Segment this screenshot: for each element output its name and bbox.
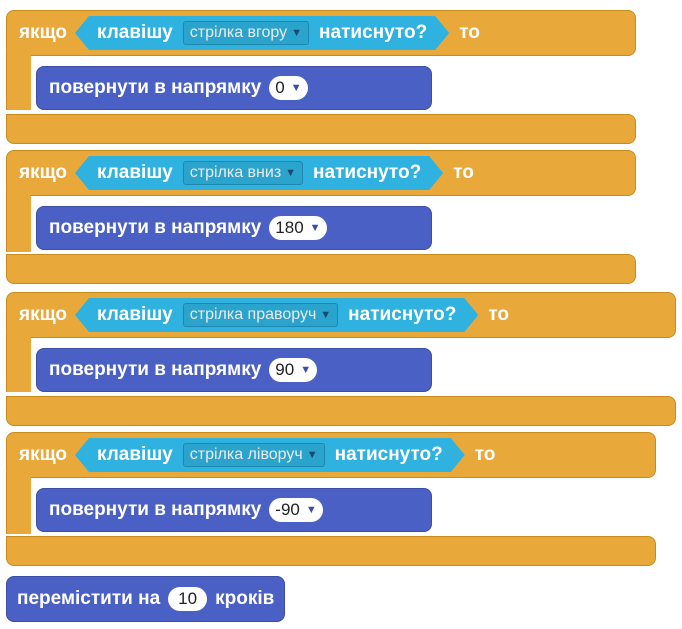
key-dropdown[interactable]: стрілка праворуч ▼ — [183, 303, 338, 327]
if-arm — [6, 332, 31, 392]
pressed-label: натиснуто? — [334, 444, 443, 465]
key-label: клавішу — [96, 444, 173, 465]
then-keyword: то — [488, 304, 509, 325]
direction-value: 90 — [275, 360, 295, 379]
key-pressed-sensor[interactable]: клавішу стрілка праворуч ▼ натиснуто? — [75, 298, 478, 332]
move-steps-block[interactable]: перемістити на 10 кроків — [6, 576, 286, 622]
turn-label: повернути в напрямку — [49, 499, 262, 520]
then-keyword: то — [459, 22, 480, 43]
if-block-up[interactable]: якщо клавішу стрілка вгору ▼ натиснуто? … — [6, 10, 636, 148]
direction-dropdown[interactable]: -90 ▼ — [269, 498, 323, 522]
chevron-down-icon: ▼ — [300, 364, 312, 376]
key-option: стрілка вгору — [189, 24, 288, 41]
direction-value: 0 — [275, 78, 285, 97]
key-dropdown[interactable]: стрілка вгору ▼ — [183, 21, 309, 45]
if-keyword: якщо — [19, 444, 67, 465]
chevron-down-icon: ▼ — [285, 167, 297, 179]
if-header[interactable]: якщо клавішу стрілка вгору ▼ натиснуто? … — [6, 10, 636, 56]
key-label: клавішу — [96, 162, 173, 183]
turn-label: повернути в напрямку — [49, 359, 262, 380]
if-keyword: якщо — [19, 162, 67, 183]
direction-dropdown[interactable]: 90 ▼ — [269, 358, 318, 382]
if-block-right[interactable]: якщо клавішу стрілка праворуч ▼ натиснут… — [6, 292, 676, 430]
direction-value: 180 — [275, 218, 304, 237]
pressed-label: натиснуто? — [313, 162, 422, 183]
chevron-down-icon: ▼ — [305, 504, 317, 516]
chevron-down-icon: ▼ — [290, 82, 302, 94]
key-label: клавішу — [96, 22, 173, 43]
direction-dropdown[interactable]: 180 ▼ — [269, 216, 327, 240]
if-keyword: якщо — [19, 304, 67, 325]
if-footer — [6, 114, 636, 144]
key-pressed-sensor[interactable]: клавішу стрілка вгору ▼ натиснуто? — [75, 16, 449, 50]
chevron-down-icon: ▼ — [306, 449, 318, 461]
pressed-label: натиснуто? — [319, 22, 428, 43]
if-block-down[interactable]: якщо клавішу стрілка вниз ▼ натиснуто? т… — [6, 150, 636, 290]
if-keyword: якщо — [19, 22, 67, 43]
key-option: стрілка ліворуч — [189, 446, 303, 463]
turn-label: повернути в напрямку — [49, 217, 262, 238]
if-header[interactable]: якщо клавішу стрілка вниз ▼ натиснуто? т… — [6, 150, 636, 196]
chevron-down-icon: ▼ — [309, 222, 321, 234]
key-pressed-sensor[interactable]: клавішу стрілка вниз ▼ натиснуто? — [75, 156, 443, 190]
turn-block[interactable]: повернути в напрямку 180 ▼ — [36, 206, 432, 250]
move-label: перемістити на — [17, 588, 161, 609]
if-footer — [6, 396, 676, 426]
key-option: стрілка вниз — [189, 164, 282, 181]
turn-block[interactable]: повернути в напрямку 0 ▼ — [36, 66, 432, 110]
if-arm — [6, 190, 31, 252]
if-header[interactable]: якщо клавішу стрілка ліворуч ▼ натиснуто… — [6, 432, 656, 478]
turn-block[interactable]: повернути в напрямку 90 ▼ — [36, 348, 432, 392]
key-dropdown[interactable]: стрілка вниз ▼ — [183, 161, 303, 185]
key-dropdown[interactable]: стрілка ліворуч ▼ — [183, 443, 325, 467]
key-pressed-sensor[interactable]: клавішу стрілка ліворуч ▼ натиснуто? — [75, 438, 465, 472]
if-arm — [6, 472, 31, 534]
direction-dropdown[interactable]: 0 ▼ — [269, 76, 308, 100]
turn-block[interactable]: повернути в напрямку -90 ▼ — [36, 488, 432, 532]
chevron-down-icon: ▼ — [291, 27, 303, 39]
key-label: клавішу — [96, 304, 173, 325]
steps-unit-label: кроків — [215, 588, 275, 609]
then-keyword: то — [474, 444, 496, 465]
if-footer — [6, 254, 636, 284]
chevron-down-icon: ▼ — [320, 309, 332, 321]
direction-value: -90 — [275, 500, 300, 519]
if-footer — [6, 536, 656, 566]
if-arm — [6, 50, 31, 110]
steps-input[interactable]: 10 — [168, 587, 208, 611]
key-option: стрілка праворуч — [189, 306, 317, 323]
then-keyword: то — [453, 162, 474, 183]
pressed-label: натиснуто? — [348, 304, 457, 325]
if-header[interactable]: якщо клавішу стрілка праворуч ▼ натиснут… — [6, 292, 676, 338]
if-block-left[interactable]: якщо клавішу стрілка ліворуч ▼ натиснуто… — [6, 432, 656, 572]
turn-label: повернути в напрямку — [49, 77, 262, 98]
